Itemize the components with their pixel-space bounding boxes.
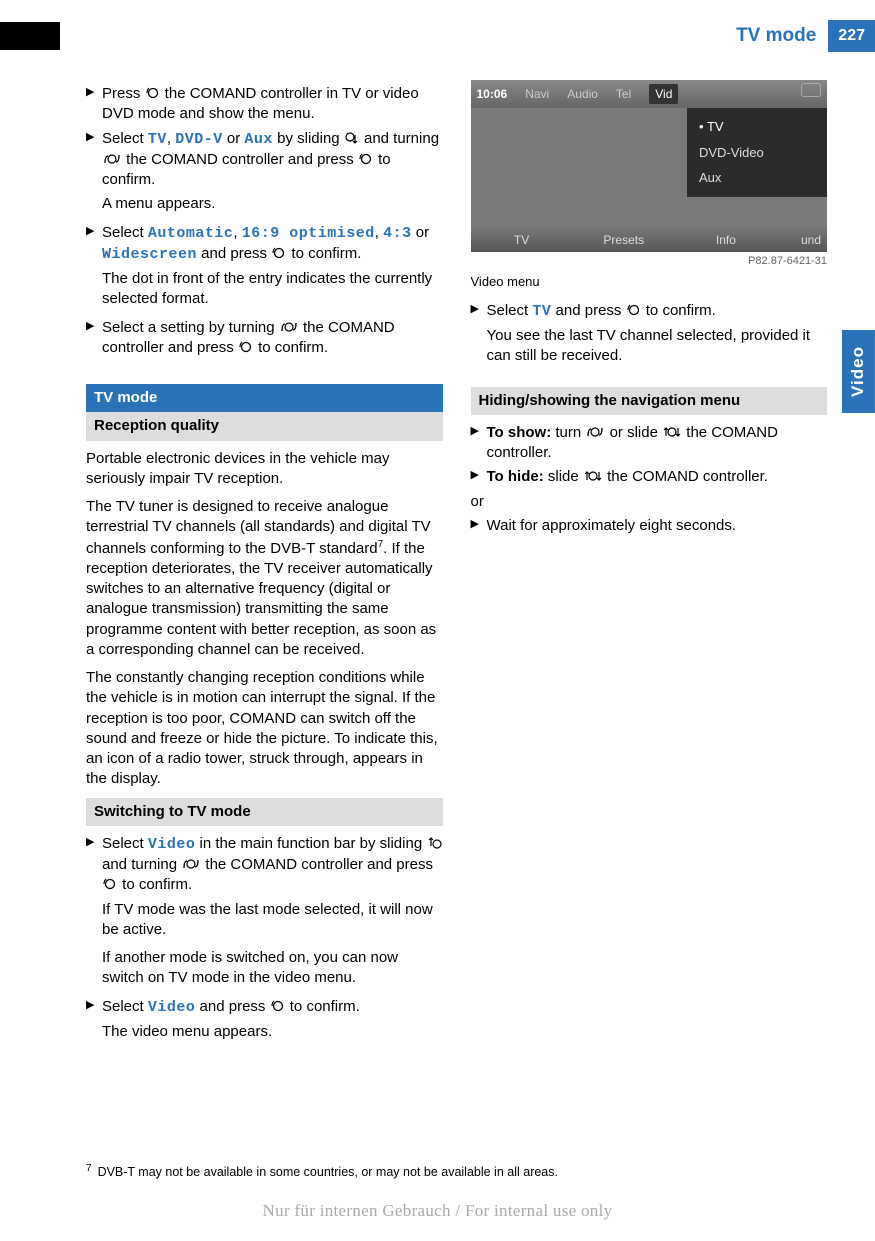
bottom-info: Info xyxy=(675,232,777,248)
para-impair: Portable electronic devices in the vehic… xyxy=(86,449,443,490)
heading-switching-tv: Switching to TV mode xyxy=(86,798,443,826)
footnote: 7 DVB-T may not be available in some coun… xyxy=(86,1162,827,1181)
step-to-hide: To hide: slide the COMAND controller. xyxy=(471,467,828,487)
comand-screenshot: 10:06 Navi Audio Tel Vid TV DVD-Video Au… xyxy=(471,80,828,269)
press-icon xyxy=(626,303,642,317)
step-result: You see the last TV channel selected, pr… xyxy=(471,326,828,367)
header-strip xyxy=(0,22,60,50)
para-reception: The constantly changing reception condit… xyxy=(86,668,443,790)
turn-icon xyxy=(102,152,122,166)
image-reference: P82.87-6421-31 xyxy=(471,254,828,269)
footnote-text: DVB-T may not be available in some count… xyxy=(98,1165,558,1179)
press-icon xyxy=(102,877,118,891)
step-select-setting: Select a setting by turning the COMAND c… xyxy=(86,318,443,359)
option-video: Video xyxy=(148,999,196,1016)
side-tab-video: Video xyxy=(842,330,875,413)
step-press-controller: Press the COMAND controller in TV or vid… xyxy=(86,84,443,125)
slide-down-icon xyxy=(344,131,360,145)
content-area: Press the COMAND controller in TV or vid… xyxy=(86,80,827,1161)
step-wait: Wait for approximately eight seconds. xyxy=(471,516,828,536)
para-tuner: The TV tuner is designed to receive anal… xyxy=(86,497,443,660)
screenshot-body: TV DVD-Video Aux xyxy=(471,108,828,228)
bottom-presets: Presets xyxy=(573,232,675,248)
footnote-number: 7 xyxy=(86,1163,92,1174)
option-widescreen: Widescreen xyxy=(102,246,197,263)
option-automatic: Automatic xyxy=(148,225,234,242)
heading-tv-mode: TV mode xyxy=(86,384,443,412)
slide-updown-icon xyxy=(662,425,682,439)
menu-item-tv: TV xyxy=(687,114,827,140)
press-icon xyxy=(145,86,161,100)
bottom-tv: TV xyxy=(471,232,573,248)
page-header: TV mode 227 xyxy=(0,22,875,50)
bottom-und: und xyxy=(777,232,827,248)
step-select-tv: Select TV and press to confirm. xyxy=(471,301,828,322)
screenshot-tab: Navi xyxy=(525,86,549,102)
screenshot-tab: Tel xyxy=(616,86,631,102)
press-icon xyxy=(270,999,286,1013)
step-result: If TV mode was the last mode selected, i… xyxy=(86,900,443,941)
option-tv: TV xyxy=(532,303,551,320)
step-select-source: Select TV, DVD-V or Aux by sliding and t… xyxy=(86,129,443,191)
screenshot-time: 10:06 xyxy=(477,86,508,102)
step-result: A menu appears. xyxy=(86,194,443,214)
slide-up-icon xyxy=(426,836,442,850)
screenshot-tab: Audio xyxy=(567,86,598,102)
phone-icon xyxy=(801,83,821,97)
screenshot-bottombar: TV Presets Info und xyxy=(471,228,828,252)
step-select-video-confirm: Select Video and press to confirm. xyxy=(86,997,443,1018)
watermark: Nur für internen Gebrauch / For internal… xyxy=(0,1200,875,1223)
option-aux: Aux xyxy=(244,131,273,148)
turn-icon xyxy=(585,425,605,439)
press-icon xyxy=(238,340,254,354)
option-4-3: 4:3 xyxy=(383,225,412,242)
heading-reception-quality: Reception quality xyxy=(86,412,443,440)
option-16-9: 16:9 optimised xyxy=(242,225,375,242)
press-icon xyxy=(271,246,287,260)
slide-updown-icon xyxy=(583,469,603,483)
page-number: 227 xyxy=(828,20,875,52)
option-tv: TV xyxy=(148,131,167,148)
step-result: The video menu appears. xyxy=(86,1022,443,1042)
menu-item-aux: Aux xyxy=(687,165,827,191)
step-to-show: To show: turn or slide the COMAND contro… xyxy=(471,423,828,464)
menu-item-dvd: DVD-Video xyxy=(687,140,827,166)
step-result: The dot in front of the entry indicates … xyxy=(86,269,443,310)
option-video: Video xyxy=(148,836,196,853)
step-select-format: Select Automatic, 16:9 optimised, 4:3 or… xyxy=(86,223,443,266)
turn-icon xyxy=(279,320,299,334)
screenshot-caption: Video menu xyxy=(471,273,828,291)
header-title: TV mode xyxy=(736,23,816,49)
option-dvd-v: DVD-V xyxy=(175,131,223,148)
heading-nav-menu: Hiding/showing the navigation menu xyxy=(471,387,828,415)
step-result: If another mode is switched on, you can … xyxy=(86,948,443,989)
screenshot-tab-active: Vid xyxy=(649,84,678,104)
press-icon xyxy=(358,152,374,166)
screenshot-menu: TV DVD-Video Aux xyxy=(687,108,827,197)
turn-icon xyxy=(181,857,201,871)
or-separator: or xyxy=(471,492,828,512)
screenshot-topbar: 10:06 Navi Audio Tel Vid xyxy=(471,80,828,108)
step-select-video: Select Video in the main function bar by… xyxy=(86,834,443,896)
